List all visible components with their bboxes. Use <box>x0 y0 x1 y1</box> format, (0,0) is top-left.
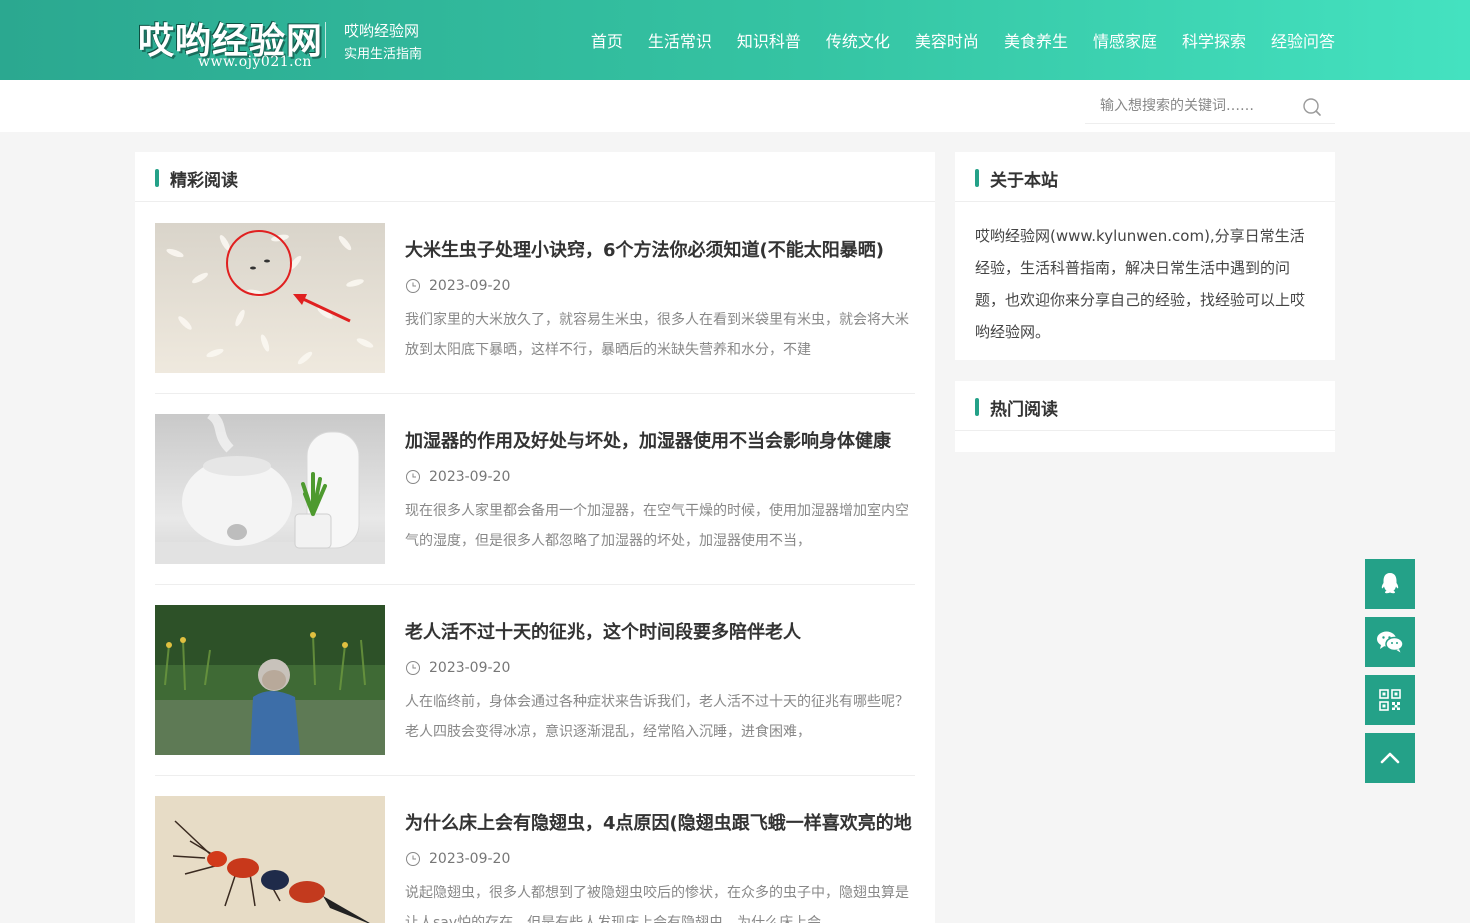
nav-item-home[interactable]: 首页 <box>591 28 623 52</box>
clock-icon <box>406 279 420 293</box>
article-meta: 2023-09-20 <box>405 851 510 867</box>
article-thumbnail[interactable] <box>155 796 385 923</box>
chevron-up-icon <box>1380 752 1400 764</box>
search-box <box>1085 88 1335 124</box>
article-date: 2023-09-20 <box>429 469 511 485</box>
article-item[interactable]: 大米生虫子处理小诀窍，6个方法你必须知道(不能太阳暴晒) 2023-09-20 … <box>155 223 915 373</box>
nav-item-explore[interactable]: 科学探索 <box>1182 28 1246 52</box>
nav-item-life-tips[interactable]: 生活常识 <box>648 28 712 52</box>
qq-icon <box>1381 573 1399 594</box>
article-thumbnail[interactable] <box>155 605 385 755</box>
section-header: 精彩阅读 <box>135 152 935 202</box>
clock-icon <box>406 661 420 675</box>
about-title: 关于本站 <box>990 171 1058 191</box>
article-title[interactable]: 老人活不过十天的征兆，这个时间段要多陪伴老人 <box>405 618 915 644</box>
article-divider <box>155 775 915 776</box>
article-meta: 2023-09-20 <box>405 469 510 485</box>
qq-button[interactable] <box>1365 559 1415 609</box>
back-to-top-button[interactable] <box>1365 733 1415 783</box>
article-thumbnail[interactable] <box>155 223 385 373</box>
about-text: 哎哟经验网(www.kylunwen.com),分享日常生活经验，生活科普指南，… <box>975 227 1306 341</box>
article-date: 2023-09-20 <box>429 278 511 294</box>
nav-item-beauty[interactable]: 美容时尚 <box>915 28 979 52</box>
logo-url: www.ojy021.cn <box>198 54 312 70</box>
nav-item-science[interactable]: 知识科普 <box>737 28 801 52</box>
article-title[interactable]: 大米生虫子处理小诀窍，6个方法你必须知道(不能太阳暴晒) <box>405 236 915 262</box>
article-meta: 2023-09-20 <box>405 278 510 294</box>
section-accent-bar <box>155 169 159 187</box>
site-header: 哎哟经验网 www.ojy021.cn 哎哟经验网 实用生活指南 首页 生活常识… <box>0 0 1470 80</box>
article-date: 2023-09-20 <box>429 851 511 867</box>
hot-header: 热门阅读 <box>955 381 1335 431</box>
article-item[interactable]: 为什么床上会有隐翅虫，4点原因(隐翅虫跟飞蛾一样喜欢亮的地 2023-09-20… <box>155 796 915 923</box>
article-title[interactable]: 为什么床上会有隐翅虫，4点原因(隐翅虫跟飞蛾一样喜欢亮的地 <box>405 809 915 835</box>
main-content: 精彩阅读 大米生虫子处理小诀窍，6个方法你必须知道(不能太阳暴晒) 2023-0… <box>135 152 935 923</box>
nav-item-family[interactable]: 情感家庭 <box>1093 28 1157 52</box>
article-item[interactable]: 老人活不过十天的征兆，这个时间段要多陪伴老人 2023-09-20 人在临终前，… <box>155 605 915 755</box>
section-title: 精彩阅读 <box>170 171 238 191</box>
article-excerpt: 我们家里的大米放久了，就容易生米虫，很多人在看到米袋里有米虫，就会将大米放到太阳… <box>405 312 909 358</box>
nav-item-food-health[interactable]: 美食养生 <box>1004 28 1068 52</box>
main-nav: 首页 生活常识 知识科普 传统文化 美容时尚 美食养生 情感家庭 科学探索 经验… <box>566 0 1335 80</box>
clock-icon <box>406 852 420 866</box>
section-accent-bar <box>975 169 979 187</box>
article-excerpt: 说起隐翅虫，很多人都想到了被隐翅虫咬后的惨状，在众多的虫子中，隐翅虫算是让人sa… <box>405 885 909 923</box>
site-logo[interactable]: 哎哟经验网 www.ojy021.cn <box>136 12 331 74</box>
hot-title: 热门阅读 <box>990 400 1058 420</box>
clock-icon <box>406 470 420 484</box>
article-meta: 2023-09-20 <box>405 660 510 676</box>
hot-reading-widget: 热门阅读 <box>955 381 1335 452</box>
qrcode-button[interactable] <box>1365 675 1415 725</box>
article-item[interactable]: 加湿器的作用及好处与坏处，加湿器使用不当会影响身体健康 2023-09-20 现… <box>155 414 915 564</box>
article-divider <box>155 584 915 585</box>
article-divider <box>155 393 915 394</box>
wechat-button[interactable] <box>1365 617 1415 667</box>
article-title[interactable]: 加湿器的作用及好处与坏处，加湿器使用不当会影响身体健康 <box>405 427 915 453</box>
site-slogan: 实用生活指南 <box>344 47 423 62</box>
nav-item-culture[interactable]: 传统文化 <box>826 28 890 52</box>
nav-item-qa[interactable]: 经验问答 <box>1271 28 1335 52</box>
section-accent-bar <box>975 398 979 416</box>
wechat-icon <box>1377 631 1404 653</box>
search-icon[interactable] <box>1300 95 1324 119</box>
article-date: 2023-09-20 <box>429 660 511 676</box>
search-input[interactable] <box>1100 96 1290 116</box>
about-widget: 关于本站 哎哟经验网(www.kylunwen.com),分享日常生活经验，生活… <box>955 152 1335 360</box>
article-excerpt: 现在很多人家里都会备用一个加湿器，在空气干燥的时候，使用加湿器增加室内空气的湿度… <box>405 503 909 549</box>
article-thumbnail[interactable] <box>155 414 385 564</box>
site-name: 哎哟经验网 <box>344 22 420 40</box>
about-header: 关于本站 <box>955 152 1335 202</box>
qrcode-icon <box>1379 689 1401 711</box>
article-excerpt: 人在临终前，身体会通过各种症状来告诉我们，老人活不过十天的征兆有哪些呢？老人四肢… <box>405 694 909 740</box>
logo-divider <box>325 22 326 58</box>
